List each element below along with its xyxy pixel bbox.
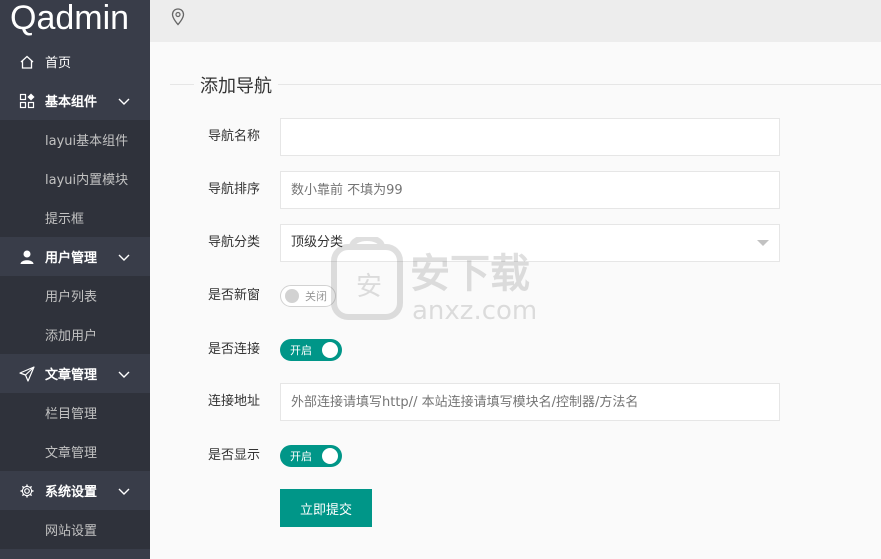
sidebar-item-components[interactable]: 基本组件 xyxy=(0,81,150,120)
location-pin-icon[interactable] xyxy=(171,8,185,30)
switch-knob xyxy=(322,342,338,358)
top-bar xyxy=(150,0,881,42)
sidebar-item-users[interactable]: 用户管理 xyxy=(0,237,150,276)
nav-category-select[interactable]: 顶级分类 xyxy=(280,224,780,262)
switch-state-text: 开启 xyxy=(290,344,312,357)
link-url-input[interactable] xyxy=(280,383,780,421)
chevron-down-icon xyxy=(118,485,130,500)
nav-name-input[interactable] xyxy=(280,118,780,156)
form-row-nav-sort: 导航排序 xyxy=(150,171,881,209)
gear-icon xyxy=(18,482,36,500)
switch-knob xyxy=(285,289,299,303)
is-link-label: 是否连接 xyxy=(208,342,261,357)
sidebar-item-home[interactable]: 首页 xyxy=(0,42,150,81)
is-show-switch[interactable]: 开启 xyxy=(280,445,342,467)
switch-knob xyxy=(322,448,338,464)
dropdown-caret-icon xyxy=(757,240,769,246)
new-window-label: 是否新窗 xyxy=(208,288,261,303)
sidebar-item-user-list[interactable]: 用户列表 xyxy=(0,276,150,315)
sidebar-item-article-manage[interactable]: 文章管理 xyxy=(0,432,150,471)
chevron-down-icon xyxy=(118,95,130,110)
paper-plane-icon xyxy=(18,365,36,383)
sidebar-item-label: 文章管理 xyxy=(45,368,98,383)
switch-state-text: 开启 xyxy=(290,450,312,463)
sidebar-item-add-user[interactable]: 添加用户 xyxy=(0,315,150,354)
is-link-switch[interactable]: 开启 xyxy=(280,339,342,361)
form-row-is-show: 是否显示 开启 xyxy=(150,437,881,475)
sidebar-item-label: 用户列表 xyxy=(45,290,98,305)
sidebar-item-label: layui内置模块 xyxy=(45,173,129,188)
form-row-link-url: 连接地址 xyxy=(150,383,881,421)
form-row-is-link: 是否连接 开启 xyxy=(150,331,881,369)
sidebar-item-label: 添加用户 xyxy=(45,329,98,344)
form-row-new-window: 是否新窗 关闭 xyxy=(150,277,881,315)
nav-name-label: 导航名称 xyxy=(208,129,261,144)
sidebar-item-label: layui基本组件 xyxy=(45,134,129,149)
sidebar-item-layui-components[interactable]: layui基本组件 xyxy=(0,120,150,159)
chevron-down-icon xyxy=(118,368,130,383)
sidebar-item-label: 文章管理 xyxy=(45,446,98,461)
form-row-nav-category: 导航分类 顶级分类 xyxy=(150,224,881,262)
app-logo[interactable]: Qadmin xyxy=(0,0,150,42)
sidebar-item-site-settings[interactable]: 网站设置 xyxy=(0,510,150,549)
sidebar-item-layui-modules[interactable]: layui内置模块 xyxy=(0,159,150,198)
sidebar-menu: 首页 基本组件 layui基本组件 layui内置模块 提示框 用户管理 用户列… xyxy=(0,42,150,549)
sidebar-item-label: 基本组件 xyxy=(45,95,98,110)
nav-category-label: 导航分类 xyxy=(208,235,261,250)
sidebar-item-column-manage[interactable]: 栏目管理 xyxy=(0,393,150,432)
sidebar: Qadmin 首页 基本组件 layui基本组件 layui内置模块 提示框 用… xyxy=(0,0,150,559)
user-icon xyxy=(18,248,36,266)
sidebar-item-label: 网站设置 xyxy=(45,524,98,539)
main-content: 添加导航 导航名称 导航排序 导航分类 顶级分类 是否新窗 关闭 是否连接 开启… xyxy=(150,42,881,559)
submit-button[interactable]: 立即提交 xyxy=(280,489,372,527)
nav-category-selected: 顶级分类 xyxy=(291,235,344,250)
sidebar-item-label: 栏目管理 xyxy=(45,407,98,422)
link-url-label: 连接地址 xyxy=(208,394,261,409)
sidebar-item-label: 系统设置 xyxy=(45,485,98,500)
sidebar-item-label: 首页 xyxy=(45,56,72,71)
sidebar-item-label: 用户管理 xyxy=(45,251,98,266)
sidebar-item-articles[interactable]: 文章管理 xyxy=(0,354,150,393)
sidebar-item-tooltip[interactable]: 提示框 xyxy=(0,198,150,237)
form-row-nav-name: 导航名称 xyxy=(150,118,881,156)
sidebar-item-label: 提示框 xyxy=(45,212,85,227)
nav-sort-input[interactable] xyxy=(280,171,780,209)
sidebar-item-settings[interactable]: 系统设置 xyxy=(0,471,150,510)
new-window-switch[interactable]: 关闭 xyxy=(280,285,336,307)
switch-state-text: 关闭 xyxy=(305,290,327,303)
chevron-down-icon xyxy=(118,251,130,266)
home-icon xyxy=(18,53,36,71)
components-icon xyxy=(18,92,36,110)
form-title: 添加导航 xyxy=(194,72,278,98)
nav-sort-label: 导航排序 xyxy=(208,182,261,197)
is-show-label: 是否显示 xyxy=(208,448,261,463)
